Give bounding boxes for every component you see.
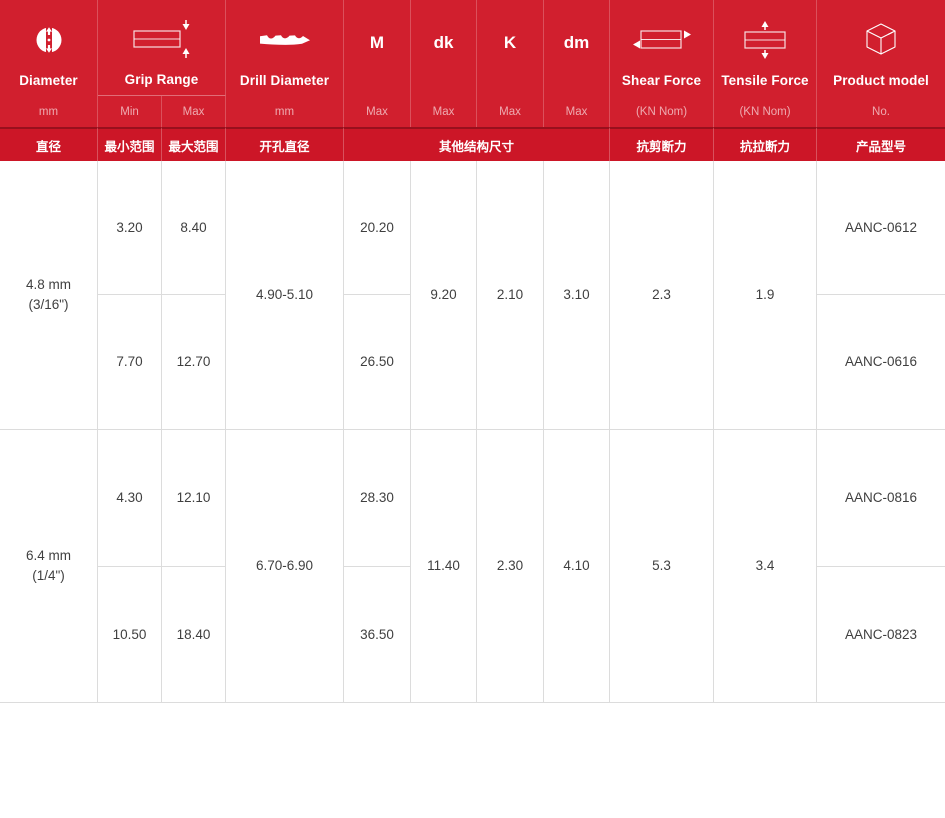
cell-dm-g2: 4.10 <box>544 430 610 703</box>
col-header-k: K <box>477 0 544 96</box>
col-header-shear-force-label: Shear Force <box>622 73 701 88</box>
spec-table: Diameter Grip Range Drill <box>0 0 945 703</box>
cell-tensile-g1: 1.9 <box>714 161 817 430</box>
band-label-shear: 抗剪断力 <box>610 127 714 161</box>
band-label-product: 产品型号 <box>817 127 945 161</box>
col-header-m-letter: M <box>370 33 384 53</box>
cell-grip-min-g1r1: 3.20 <box>98 161 162 295</box>
cell-dm-g1: 3.10 <box>544 161 610 430</box>
cell-m-g1r1: 20.20 <box>344 161 411 295</box>
col-header-diameter-label: Diameter <box>19 73 78 88</box>
diameter-size-mm: 4.8 mm <box>26 275 71 295</box>
band-label-tensile: 抗拉断力 <box>714 127 817 161</box>
cell-drill-g2: 6.70-6.90 <box>226 430 344 703</box>
subheader-m-max: Max <box>344 96 411 127</box>
col-header-dm-letter: dm <box>564 33 590 53</box>
cell-drill-g1: 4.90-5.10 <box>226 161 344 430</box>
col-header-dm: dm <box>544 0 610 96</box>
band-label-grip-min: 最小范围 <box>98 127 162 161</box>
cell-grip-min-g2r1: 4.30 <box>98 430 162 567</box>
diameter-size-inch: (3/16") <box>28 295 68 315</box>
cell-tensile-g2: 3.4 <box>714 430 817 703</box>
shear-force-icon <box>610 0 713 73</box>
cell-m-g2r1: 28.30 <box>344 430 411 567</box>
cell-m-g2r2: 36.50 <box>344 567 411 703</box>
drill-bit-icon <box>226 0 343 73</box>
band-label-other-dims: 其他结构尺寸 <box>344 127 610 161</box>
col-header-product-model: Product model <box>817 0 945 96</box>
col-header-shear-force: Shear Force <box>610 0 714 96</box>
cell-model-g2r2: AANC-0823 <box>817 567 945 703</box>
col-header-dk-letter: dk <box>434 33 454 53</box>
col-header-diameter: Diameter <box>0 0 98 96</box>
diameter-icon <box>0 0 97 73</box>
subheader-grip-max: Max <box>162 96 226 127</box>
subheader-dk-max: Max <box>411 96 477 127</box>
col-header-drill-diameter-label: Drill Diameter <box>240 73 329 88</box>
cell-diameter-group1: 4.8 mm (3/16") <box>0 161 98 430</box>
band-label-drill: 开孔直径 <box>226 127 344 161</box>
col-header-grip-range: Grip Range <box>98 0 226 96</box>
col-header-tensile-force-label: Tensile Force <box>721 73 808 88</box>
band-label-diameter: 直径 <box>0 127 98 161</box>
diameter-size-inch: (1/4") <box>32 566 65 586</box>
cell-grip-max-g2r2: 18.40 <box>162 567 226 703</box>
cell-model-g1r1: AANC-0612 <box>817 161 945 295</box>
subheader-k-max: Max <box>477 96 544 127</box>
subheader-product-no: No. <box>817 96 945 127</box>
subheader-tensile-unit: (KN Nom) <box>714 96 817 127</box>
cell-k-g1: 2.10 <box>477 161 544 430</box>
subheader-dm-max: Max <box>544 96 610 127</box>
cell-grip-max-g1r1: 8.40 <box>162 161 226 295</box>
cell-dk-g2: 11.40 <box>411 430 477 703</box>
cell-k-g2: 2.30 <box>477 430 544 703</box>
col-header-dk: dk <box>411 0 477 96</box>
col-header-k-letter: K <box>504 33 516 53</box>
diameter-size-mm: 6.4 mm <box>26 546 71 566</box>
col-header-grip-range-label: Grip Range <box>125 72 199 87</box>
subheader-diameter-unit: mm <box>0 96 98 127</box>
col-header-drill-diameter: Drill Diameter <box>226 0 344 96</box>
cell-model-g2r1: AANC-0816 <box>817 430 945 567</box>
cell-dk-g1: 9.20 <box>411 161 477 430</box>
col-header-m: M <box>344 0 411 96</box>
cell-grip-min-g1r2: 7.70 <box>98 295 162 430</box>
cell-grip-min-g2r2: 10.50 <box>98 567 162 703</box>
col-header-tensile-force: Tensile Force <box>714 0 817 96</box>
spec-sheet-page: Diameter Grip Range Drill <box>0 0 945 818</box>
cell-model-g1r2: AANC-0616 <box>817 295 945 430</box>
col-header-product-model-label: Product model <box>833 73 929 88</box>
cell-shear-g1: 2.3 <box>610 161 714 430</box>
cell-grip-max-g1r2: 12.70 <box>162 295 226 430</box>
cell-m-g1r2: 26.50 <box>344 295 411 430</box>
product-box-icon <box>817 0 945 73</box>
subheader-shear-unit: (KN Nom) <box>610 96 714 127</box>
tensile-force-icon <box>714 0 816 73</box>
cell-grip-max-g2r1: 12.10 <box>162 430 226 567</box>
cell-shear-g2: 5.3 <box>610 430 714 703</box>
subheader-drill-unit: mm <box>226 96 344 127</box>
grip-range-icon <box>98 0 225 72</box>
subheader-grip-min: Min <box>98 96 162 127</box>
band-label-grip-max: 最大范围 <box>162 127 226 161</box>
cell-diameter-group2: 6.4 mm (1/4") <box>0 430 98 703</box>
